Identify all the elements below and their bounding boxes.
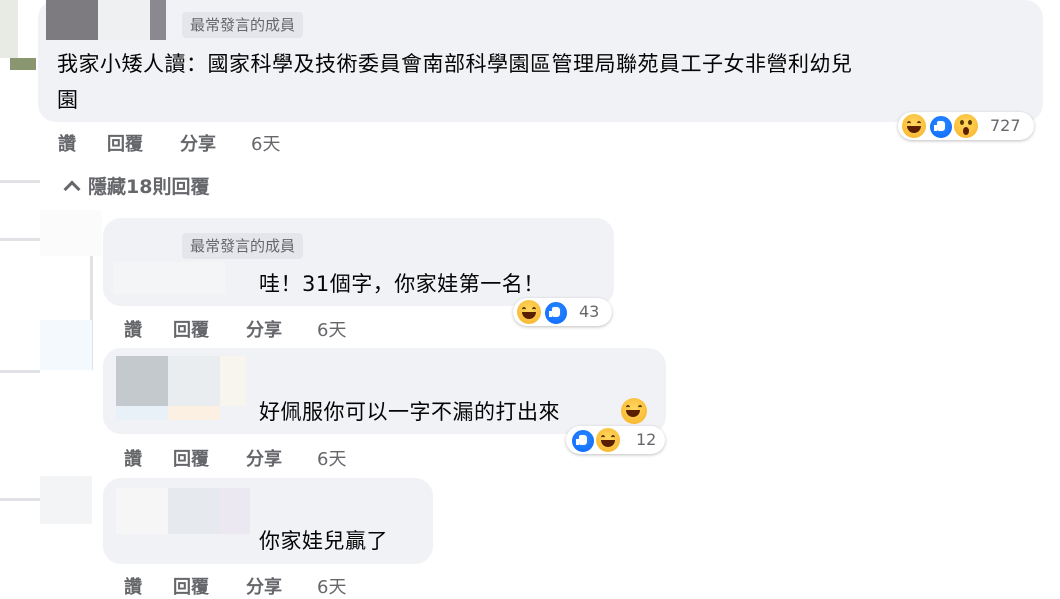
share-link[interactable]: 分享 bbox=[246, 445, 282, 471]
chevron-up-icon bbox=[63, 180, 81, 198]
haha-icon bbox=[517, 300, 541, 324]
comment-text: 我家小矮人讀：國家科學及技術委員會南部科學園區管理局聯苑員工子女非營利幼兒 bbox=[57, 52, 853, 76]
reply-link[interactable]: 回覆 bbox=[107, 130, 143, 156]
blurred-name bbox=[116, 406, 168, 420]
blurred-name bbox=[168, 356, 220, 406]
reaction-count: 12 bbox=[636, 430, 657, 449]
like-icon bbox=[928, 114, 954, 140]
like-icon bbox=[570, 428, 596, 454]
blurred-name bbox=[113, 262, 225, 294]
reaction-summary[interactable]: 727 bbox=[898, 112, 1034, 140]
like-link[interactable]: 讚 bbox=[124, 445, 142, 471]
reaction-summary[interactable]: 43 bbox=[513, 298, 612, 326]
reaction-count: 727 bbox=[990, 116, 1021, 135]
timestamp[interactable]: 6天 bbox=[317, 316, 346, 342]
thread-line bbox=[0, 370, 40, 373]
blurred-avatar-top-2 bbox=[10, 58, 36, 70]
haha-emoji-icon bbox=[621, 398, 647, 424]
wow-icon bbox=[954, 114, 978, 138]
reaction-summary[interactable]: 12 bbox=[566, 426, 665, 454]
reaction-count: 43 bbox=[579, 302, 600, 321]
thread-line bbox=[0, 180, 40, 183]
hide-replies-label: 隱藏18則回覆 bbox=[88, 176, 210, 198]
hide-replies-toggle[interactable]: 隱藏18則回覆 bbox=[62, 172, 209, 199]
top-member-badge: 最常發言的成員 bbox=[182, 233, 304, 259]
blurred-name bbox=[220, 488, 250, 534]
timestamp[interactable]: 6天 bbox=[317, 573, 346, 599]
reply-text: 哇！31個字，你家娃第一名！ bbox=[259, 272, 545, 296]
haha-icon bbox=[596, 428, 620, 452]
blurred-name bbox=[220, 356, 246, 406]
haha-icon bbox=[902, 114, 926, 138]
timestamp[interactable]: 6天 bbox=[317, 445, 346, 471]
thread-line bbox=[0, 498, 40, 501]
share-link[interactable]: 分享 bbox=[246, 573, 282, 599]
reply-text: 好佩服你可以一字不漏的打出來 bbox=[259, 400, 560, 424]
like-icon bbox=[543, 300, 569, 326]
share-link[interactable]: 分享 bbox=[180, 130, 216, 156]
share-link[interactable]: 分享 bbox=[246, 316, 282, 342]
blurred-name bbox=[98, 0, 150, 40]
blurred-name bbox=[150, 0, 166, 40]
reply-link[interactable]: 回覆 bbox=[173, 573, 209, 599]
blurred-avatar-top bbox=[0, 0, 18, 58]
thread-line bbox=[0, 238, 40, 241]
blurred-avatar bbox=[40, 476, 92, 524]
like-link[interactable]: 讚 bbox=[124, 316, 142, 342]
blurred-name bbox=[116, 488, 168, 534]
blurred-name bbox=[46, 0, 98, 40]
blurred-avatar bbox=[116, 356, 168, 406]
timestamp[interactable]: 6天 bbox=[251, 130, 280, 156]
like-link[interactable]: 讚 bbox=[58, 130, 76, 156]
blurred-avatar bbox=[40, 210, 102, 256]
reply-text: 你家娃兒贏了 bbox=[259, 529, 388, 553]
comment-text-cont: 園 bbox=[57, 88, 79, 112]
reply-link[interactable]: 回覆 bbox=[173, 445, 209, 471]
blurred-name bbox=[168, 406, 220, 420]
like-link[interactable]: 讚 bbox=[124, 573, 142, 599]
blurred-name bbox=[168, 488, 220, 534]
reply-link[interactable]: 回覆 bbox=[173, 316, 209, 342]
top-member-badge: 最常發言的成員 bbox=[182, 12, 304, 38]
blurred-avatar bbox=[40, 320, 92, 370]
